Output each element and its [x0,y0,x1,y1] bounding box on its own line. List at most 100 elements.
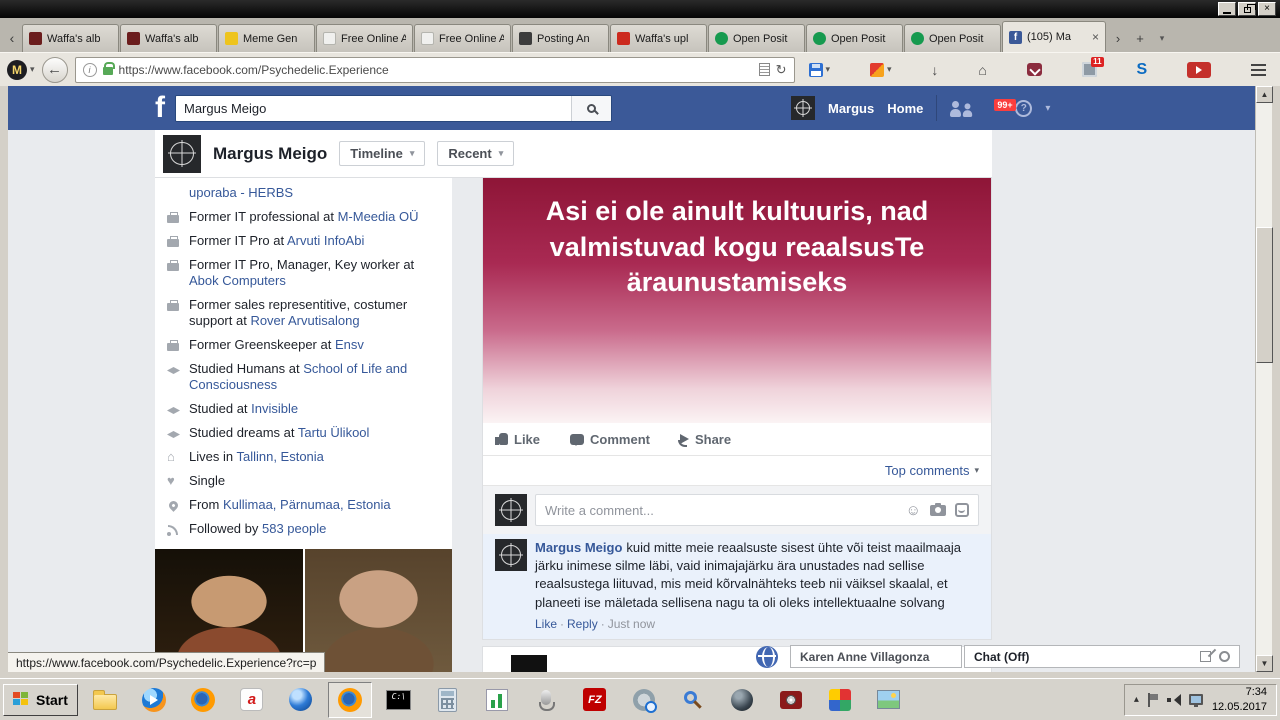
taskbar-blue-app[interactable] [279,682,323,718]
addon-button[interactable]: ▾ [867,57,895,83]
url-bar[interactable]: i https://www.facebook.com/Psychedelic.E… [75,57,795,83]
browser-tab[interactable]: Meme Gen [218,24,315,52]
info-link[interactable]: Tartu Ülikool [298,425,370,440]
photo-thumbnail[interactable] [305,549,453,672]
camera-icon[interactable] [930,505,946,516]
next-post-image[interactable] [511,655,547,672]
home-button[interactable]: ⌂ [975,57,989,83]
account-caret-icon[interactable]: ▾ [1045,103,1050,114]
scroll-up-button[interactable]: ▲ [1256,86,1273,103]
tab-list-button[interactable]: ▾ [1151,24,1173,52]
chat-globe-icon[interactable] [756,646,778,668]
comment-like-link[interactable]: Like [535,617,557,631]
profile-link[interactable]: Margus [828,101,874,116]
minimize-button[interactable] [1218,2,1236,16]
taskbar-firefox-active[interactable] [328,682,372,718]
reader-mode-icon[interactable] [759,63,770,76]
browser-tab[interactable]: Open Posit [806,24,903,52]
info-link[interactable]: Rover Arvutisalong [250,313,359,328]
refresh-icon[interactable]: ↻ [776,62,787,78]
display-icon[interactable] [1189,694,1203,705]
taskbar-search[interactable] [671,682,715,718]
like-button[interactable]: Like [495,432,540,447]
friend-requests-icon[interactable] [950,100,976,117]
browser-tab-active[interactable]: (105) Ma× [1002,21,1106,52]
page-info-icon[interactable]: i [83,63,97,77]
chat-tab-friend[interactable]: Karen Anne Villagonza [790,645,962,668]
comment-reply-link[interactable]: Reply [567,617,598,631]
scrollbar-thumb[interactable] [1256,227,1273,363]
commenter-avatar[interactable] [495,539,527,571]
tab-scroll-right-button[interactable]: › [1107,24,1129,52]
taskbar-media-sphere[interactable] [720,682,764,718]
taskbar-filezilla[interactable]: FZ [573,682,617,718]
sticker-icon[interactable] [955,503,969,517]
info-link[interactable]: 583 people [262,521,326,536]
emoji-icon[interactable]: ☺ [906,502,921,519]
search-input[interactable] [176,96,571,121]
facebook-search[interactable] [175,95,612,122]
browser-tab[interactable]: Waffa's alb [120,24,217,52]
taskbar-camera-app[interactable] [769,682,813,718]
tab-scroll-left-button[interactable]: ‹ [2,24,22,52]
back-button[interactable]: ← [42,57,68,83]
taskbar-microphone[interactable] [524,682,568,718]
tab-close-icon[interactable]: × [1092,30,1099,44]
chat-bar[interactable]: Chat (Off) [964,645,1240,668]
browser-tab[interactable]: Open Posit [708,24,805,52]
taskbar-folder[interactable] [83,682,127,718]
new-tab-button[interactable]: + [1129,24,1151,52]
start-button[interactable]: Start [3,684,78,716]
flag-icon[interactable] [1148,693,1158,707]
browser-tab[interactable]: Free Online An [316,24,413,52]
tray-expand-icon[interactable]: ▴ [1134,694,1139,705]
downloads-button[interactable]: ↓ [928,57,941,83]
taskbar-command-prompt[interactable]: C:\ [377,682,421,718]
search-button[interactable] [571,96,611,121]
new-message-icon[interactable] [1200,651,1211,662]
close-button[interactable]: × [1258,2,1276,16]
restore-button[interactable] [1238,2,1256,16]
taskbar-calculator[interactable] [426,682,470,718]
comment-button[interactable]: Comment [570,432,650,447]
home-link[interactable]: Home [887,101,923,116]
taskbar-clock[interactable]: 7:34 12.05.2017 [1212,685,1267,715]
info-link[interactable]: Arvuti InfoAbi [287,233,364,248]
comment-input-box[interactable]: ☺ [535,494,979,526]
youtube-button[interactable] [1184,57,1214,83]
top-comments-dropdown[interactable]: Top comments ▾ [483,456,991,486]
taskbar-spreadsheet[interactable] [475,682,519,718]
taskbar-media-player[interactable] [132,682,176,718]
info-link[interactable]: Tallinn, Estonia [236,449,323,464]
share-button[interactable]: Share [680,432,731,447]
timeline-dropdown[interactable]: Timeline▾ [339,141,425,166]
taskbar-aimp[interactable]: a [230,682,274,718]
info-link[interactable]: uporaba - HERBS [189,185,293,200]
browser-tab[interactable]: Free Online An [414,24,511,52]
browser-tab[interactable]: Open Posit [904,24,1001,52]
browser-tab[interactable]: Posting An [512,24,609,52]
recent-dropdown[interactable]: Recent▾ [437,141,514,166]
taskbar-firefox[interactable] [181,682,225,718]
info-link[interactable]: Abok Computers [189,273,286,288]
volume-icon[interactable] [1167,694,1180,706]
profile-name[interactable]: Margus Meigo [213,144,327,164]
app-menu-button[interactable]: M ▾ [7,60,35,80]
save-page-button[interactable]: ▾ [806,57,834,83]
sessions-button[interactable]: 11 [1079,57,1100,83]
skype-button[interactable]: S [1134,57,1151,83]
chat-settings-gear-icon[interactable] [1219,651,1230,662]
info-link[interactable]: Invisible [251,401,298,416]
taskbar-photo-viewer[interactable] [867,682,911,718]
profile-avatar[interactable] [163,135,201,173]
browser-tab[interactable]: Waffa's alb [22,24,119,52]
post-image[interactable]: Asi ei ole ainult kultuuris, nad valmist… [483,178,991,423]
pocket-button[interactable] [1024,57,1045,83]
info-link[interactable]: M-Meedia OÜ [338,209,419,224]
info-link[interactable]: Kullimaa, Pärnumaa, Estonia [223,497,391,512]
comment-input[interactable] [545,503,897,518]
scroll-down-button[interactable]: ▼ [1256,655,1273,672]
taskbar-utilities[interactable] [622,682,666,718]
taskbar-paint[interactable] [818,682,862,718]
avatar[interactable] [791,96,815,120]
